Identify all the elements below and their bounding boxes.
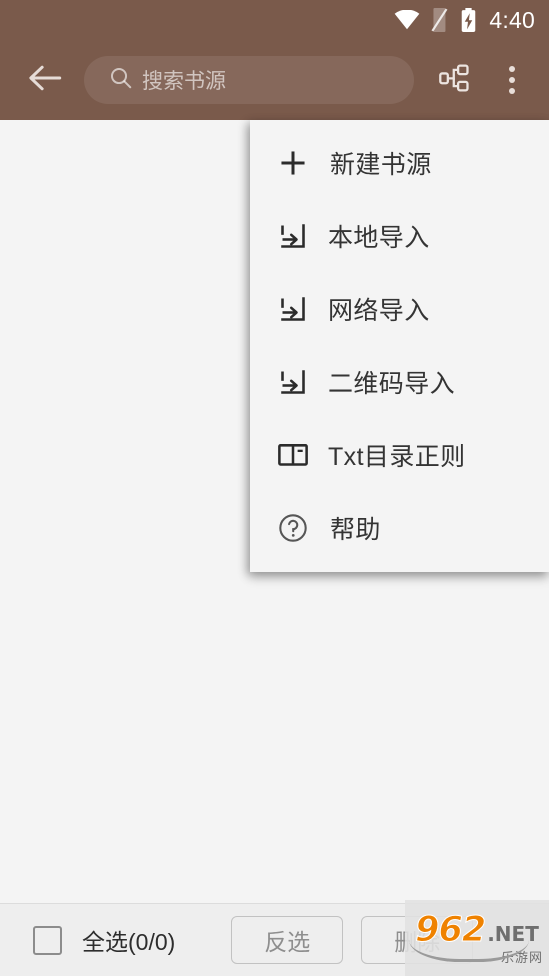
- menu-item-help[interactable]: 帮助: [250, 491, 549, 564]
- search-icon: [110, 67, 132, 94]
- bottom-action-bar: 全选(0/0) 反选 删除: [0, 903, 549, 976]
- plus-icon: [274, 148, 312, 178]
- menu-item-txt-toc-rule[interactable]: Txt目录正则: [250, 418, 549, 491]
- menu-item-network-import[interactable]: 网络导入: [250, 272, 549, 345]
- back-button[interactable]: [16, 51, 74, 109]
- import-icon: [274, 222, 312, 250]
- menu-item-new-source[interactable]: 新建书源: [250, 126, 549, 199]
- search-input[interactable]: 搜索书源: [84, 56, 414, 104]
- book-open-icon: [274, 442, 312, 468]
- menu-item-label: 二维码导入: [328, 369, 456, 398]
- menu-item-local-import[interactable]: 本地导入: [250, 199, 549, 272]
- menu-item-label: 网络导入: [328, 296, 430, 325]
- import-icon: [274, 368, 312, 396]
- sim-card-off-icon: [430, 8, 450, 32]
- menu-item-label: 新建书源: [330, 150, 432, 179]
- menu-item-label: 帮助: [330, 515, 381, 544]
- app-bar: 搜索书源: [0, 40, 549, 120]
- status-bar: 4:40: [0, 0, 549, 40]
- search-placeholder-text: 搜索书源: [142, 70, 226, 93]
- battery-charging-icon: [460, 7, 477, 33]
- help-circle-icon: [274, 513, 312, 543]
- menu-item-label: Txt目录正则: [328, 442, 466, 471]
- overflow-menu-icon: [509, 66, 515, 94]
- menu-item-label: 本地导入: [328, 223, 430, 252]
- app-screen: 4:40 搜索书源 新建书源 本地导入 网络导入 二维码导入 Txt目录正则 帮…: [0, 0, 549, 976]
- group-manage-icon: [438, 62, 470, 99]
- group-manage-button[interactable]: [428, 52, 480, 108]
- select-all-label: 全选(0/0): [82, 929, 176, 955]
- arrow-left-icon: [28, 63, 62, 98]
- overflow-dropdown-menu: 新建书源 本地导入 网络导入 二维码导入 Txt目录正则 帮助: [250, 120, 549, 572]
- delete-button[interactable]: 删除: [361, 916, 474, 964]
- select-all-checkbox[interactable]: [33, 925, 62, 955]
- select-all-control[interactable]: 全选(0/0): [33, 923, 175, 957]
- import-icon: [274, 295, 312, 323]
- status-bar-clock: 4:40: [489, 6, 535, 33]
- menu-item-qrcode-import[interactable]: 二维码导入: [250, 345, 549, 418]
- invert-selection-button[interactable]: 反选: [231, 916, 344, 964]
- wifi-icon: [394, 10, 420, 30]
- overflow-menu-button[interactable]: [486, 52, 538, 108]
